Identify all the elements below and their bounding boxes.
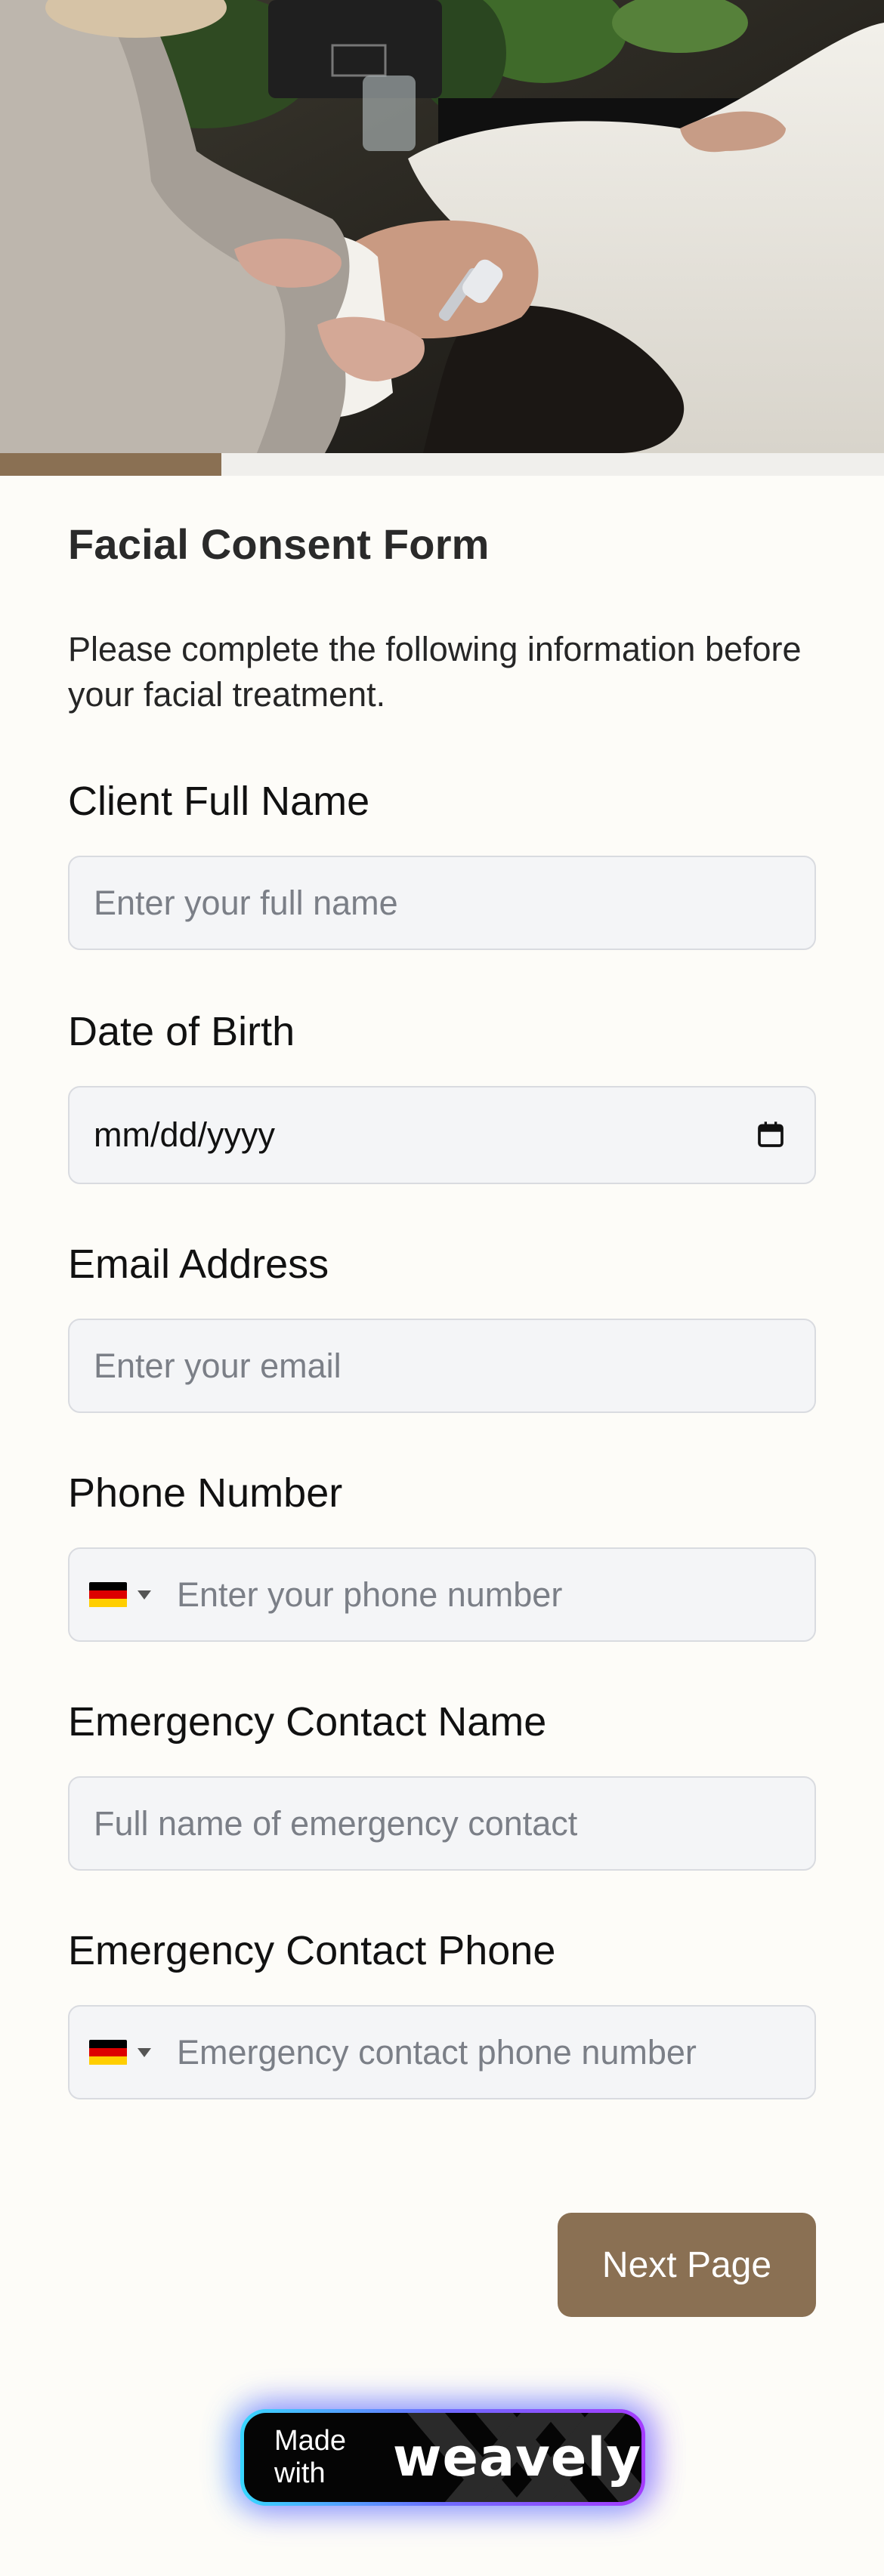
phone-number-input[interactable]: Enter your phone number <box>68 1547 816 1642</box>
client-full-name-input[interactable]: Enter your full name <box>68 856 816 950</box>
phone-number-label: Phone Number <box>68 1470 343 1516</box>
calendar-icon[interactable] <box>756 1119 786 1149</box>
country-code-selector[interactable] <box>89 1581 151 1608</box>
form-title: Facial Consent Form <box>68 520 490 568</box>
weavely-logo: weavely <box>392 2426 641 2488</box>
made-with-weavely-badge[interactable]: Made with weavely <box>240 2409 645 2506</box>
client-full-name-placeholder: Enter your full name <box>94 883 398 922</box>
emergency-contact-phone-label: Emergency Contact Phone <box>68 1928 556 1973</box>
emergency-contact-name-input[interactable]: Full name of emergency contact <box>68 1776 816 1871</box>
next-page-button[interactable]: Next Page <box>558 2213 816 2317</box>
chevron-down-icon <box>138 1590 151 1600</box>
email-address-label: Email Address <box>68 1242 329 1287</box>
progress-bar <box>0 453 884 476</box>
emergency-contact-phone-input[interactable]: Emergency contact phone number <box>68 2005 816 2099</box>
hero-image <box>0 0 884 453</box>
emergency-contact-phone-placeholder: Emergency contact phone number <box>177 2032 697 2072</box>
germany-flag-icon <box>89 2039 127 2065</box>
form-description: Please complete the following informatio… <box>68 630 802 714</box>
emergency-contact-name-label: Emergency Contact Name <box>68 1699 547 1745</box>
date-of-birth-input[interactable]: mm/dd/yyyy <box>68 1086 816 1184</box>
phone-number-placeholder: Enter your phone number <box>177 1575 563 1614</box>
chevron-down-icon <box>138 2047 151 2057</box>
email-address-input[interactable]: Enter your email <box>68 1319 816 1413</box>
date-of-birth-label: Date of Birth <box>68 1009 295 1054</box>
country-code-selector[interactable] <box>89 2039 151 2065</box>
date-of-birth-value: mm/dd/yyyy <box>94 1115 276 1154</box>
badge-made-with-text: Made with <box>274 2425 347 2489</box>
email-address-placeholder: Enter your email <box>94 1346 342 1385</box>
client-full-name-label: Client Full Name <box>68 779 370 824</box>
emergency-contact-name-placeholder: Full name of emergency contact <box>94 1803 578 1843</box>
progress-bar-fill <box>0 453 221 476</box>
germany-flag-icon <box>89 1581 127 1608</box>
